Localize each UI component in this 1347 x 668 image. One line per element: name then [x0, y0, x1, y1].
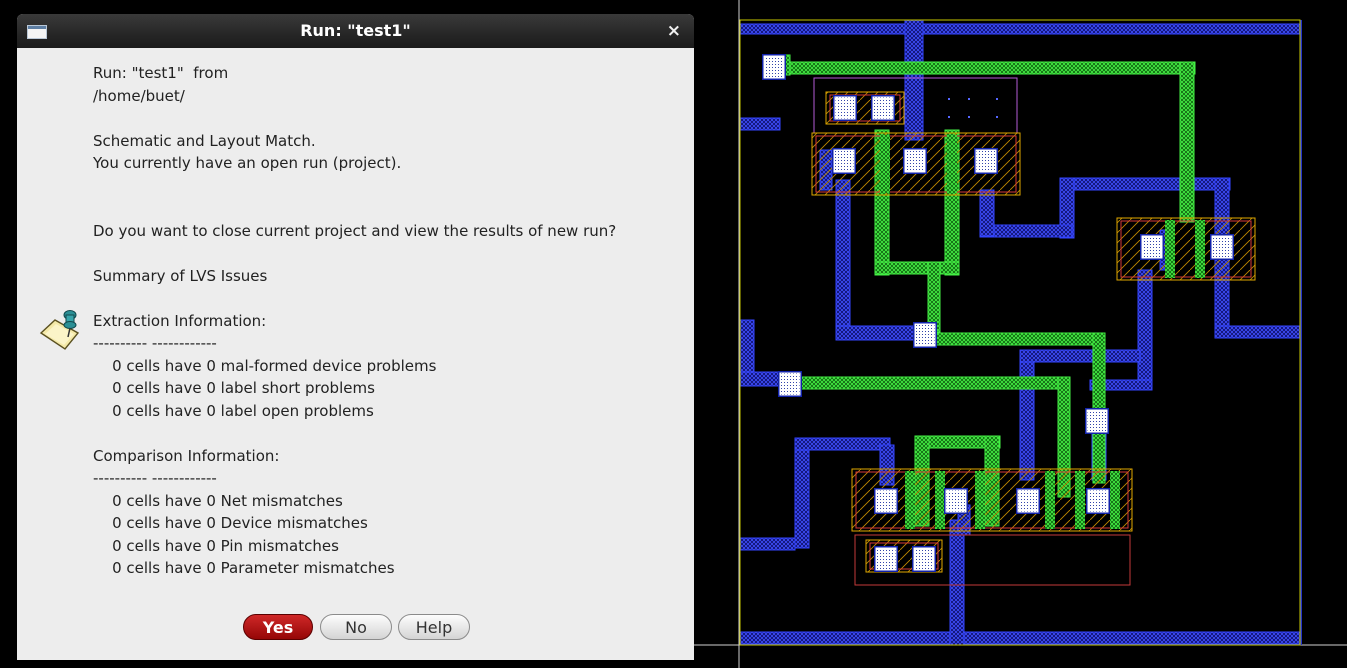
contact [875, 547, 897, 571]
metal1-route [794, 437, 810, 549]
poly-route [1179, 61, 1195, 223]
diffusion-block [1116, 217, 1256, 281]
message-line: Comparison Information: [93, 446, 280, 465]
message-line [93, 175, 616, 198]
message-line: 0 cells have 0 label short problems [93, 379, 375, 397]
message-line: Do you want to close current project and… [93, 221, 617, 240]
metal1-route [739, 117, 781, 131]
poly-route [774, 61, 1196, 75]
message-line [93, 107, 616, 130]
poly-gate [935, 471, 945, 529]
poly-gate [1110, 471, 1120, 529]
metal1-route [904, 19, 924, 141]
contact [1211, 235, 1233, 259]
metal1-route [1059, 177, 1231, 191]
no-button[interactable]: No [320, 614, 392, 640]
message-line: Extraction Information: [93, 311, 267, 330]
metal1-route [794, 437, 891, 451]
message-line: Run: "test1" from [93, 64, 229, 82]
message-line: ---------- ------------ [93, 334, 217, 352]
via-dot [968, 98, 970, 100]
via-dot [996, 98, 998, 100]
poly-gate [1075, 471, 1085, 529]
lvs-run-dialog: Run: "test1" × Run: "test1" from/home/bu… [17, 14, 694, 660]
message-line [93, 422, 616, 445]
contact [913, 547, 935, 571]
contact [872, 96, 894, 120]
poly-route [789, 376, 1071, 390]
contact [833, 149, 855, 173]
contact [1141, 235, 1163, 259]
message-line [93, 242, 616, 265]
metal1-route [835, 179, 851, 341]
metal1-route [1137, 269, 1153, 391]
poly-gate [1165, 220, 1175, 278]
poly-route [924, 332, 1106, 346]
contact [904, 149, 926, 173]
message-line: /home/buet/ [93, 86, 185, 105]
poly-route [874, 261, 960, 275]
dialog-title: Run: "test1" [300, 21, 411, 40]
poly-gate [1195, 220, 1205, 278]
notepad-pin-icon [39, 310, 80, 350]
contact [763, 55, 785, 79]
metal1-route [739, 631, 1301, 645]
contact [1087, 489, 1109, 513]
dialog-titlebar[interactable]: Run: "test1" × [17, 14, 694, 48]
close-icon[interactable]: × [667, 21, 681, 41]
metal1-route [835, 325, 917, 341]
message-line: 0 cells have 0 Device mismatches [93, 514, 368, 532]
via-dot [968, 116, 970, 118]
contact [875, 489, 897, 513]
contact [1086, 409, 1108, 433]
poly-gate [1045, 471, 1055, 529]
message-line: 0 cells have 0 Parameter mismatches [93, 559, 395, 577]
contact [834, 96, 856, 120]
poly-gate [880, 135, 890, 193]
message-line [93, 287, 616, 310]
metal1-route [949, 519, 965, 646]
message-line [93, 197, 616, 220]
message-line: 0 cells have 0 mal-formed device problem… [93, 356, 437, 375]
contact [945, 489, 967, 513]
contact [1017, 489, 1039, 513]
contact [779, 372, 801, 396]
help-button[interactable]: Help [398, 614, 470, 640]
contact [975, 149, 997, 173]
metal1-route [1019, 349, 1035, 481]
metal1-route [1214, 325, 1301, 339]
message-line: ---------- ------------ [93, 469, 217, 487]
poly-route [927, 261, 941, 333]
message-line: 0 cells have 0 Pin mismatches [93, 536, 339, 555]
contact [914, 323, 936, 347]
layout-shapes [739, 19, 1301, 646]
via-dot [948, 116, 950, 118]
poly-gate [905, 471, 915, 529]
metal1-route [739, 23, 1301, 35]
metal1-route [739, 537, 796, 551]
poly-gate [975, 471, 985, 529]
message-line: You currently have an open run (project)… [93, 154, 402, 172]
dialog-message: Run: "test1" from/home/buet/Schematic an… [93, 62, 616, 580]
poly-gate [947, 135, 957, 193]
via-dot [948, 98, 950, 100]
message-line: Schematic and Layout Match. [93, 131, 316, 150]
metal1-route [739, 319, 755, 381]
metal1-route [979, 189, 995, 237]
yes-button[interactable]: Yes [243, 614, 313, 640]
message-line: 0 cells have 0 Net mismatches [93, 491, 343, 510]
via-dot [996, 116, 998, 118]
metal1-route [1019, 349, 1141, 363]
message-line: 0 cells have 0 label open problems [93, 401, 374, 420]
message-line: Summary of LVS Issues [93, 266, 268, 285]
